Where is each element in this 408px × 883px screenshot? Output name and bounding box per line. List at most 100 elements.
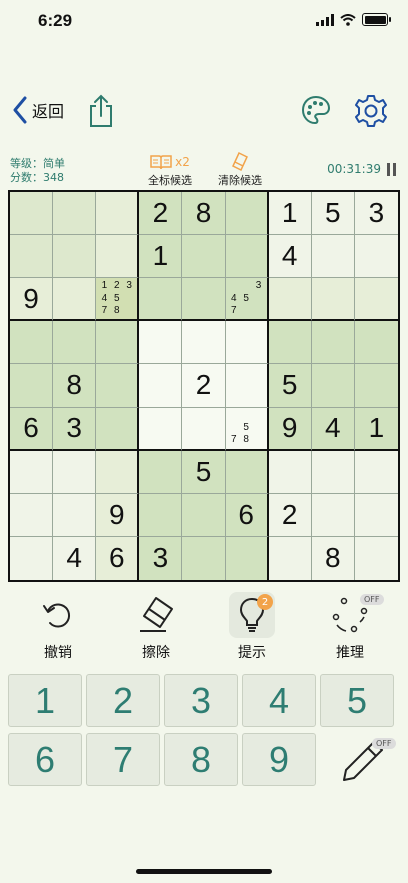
sudoku-cell[interactable]	[139, 321, 183, 365]
sudoku-cell[interactable]	[96, 450, 140, 494]
sudoku-cell[interactable]	[225, 235, 269, 279]
sudoku-cell[interactable]	[139, 364, 183, 408]
sudoku-cell[interactable]	[354, 278, 398, 322]
reason-button[interactable]: OFF 推理	[320, 592, 384, 662]
sudoku-cell[interactable]	[53, 278, 97, 322]
sudoku-cell[interactable]: 6	[96, 536, 140, 580]
number-key-5[interactable]: 5	[320, 674, 394, 727]
sudoku-cell[interactable]	[182, 235, 226, 279]
number-key-1[interactable]: 1	[8, 674, 82, 727]
sudoku-cell[interactable]	[10, 192, 54, 236]
sudoku-cell[interactable]: 6	[225, 493, 269, 537]
sudoku-cell[interactable]	[53, 192, 97, 236]
number-key-3[interactable]: 3	[164, 674, 238, 727]
back-button[interactable]: 返回	[12, 96, 64, 124]
hint-button[interactable]: 2 提示	[222, 592, 282, 662]
sudoku-cell[interactable]	[96, 364, 140, 408]
sudoku-cell[interactable]	[96, 235, 140, 279]
sudoku-cell[interactable]	[139, 493, 183, 537]
sudoku-cell[interactable]: 123 4578	[96, 278, 140, 322]
sudoku-cell[interactable]	[268, 536, 312, 580]
sudoku-cell[interactable]: 5	[311, 192, 355, 236]
erase-button[interactable]: 擦除	[126, 592, 186, 662]
share-button[interactable]	[86, 94, 116, 132]
sudoku-cell[interactable]	[53, 321, 97, 365]
undo-button[interactable]: 撤销	[28, 592, 88, 662]
clear-candidates-button[interactable]: 清除候选	[214, 152, 266, 188]
sudoku-cell[interactable]	[225, 450, 269, 494]
sudoku-cell[interactable]: 3 457	[225, 278, 269, 322]
sudoku-cell[interactable]	[53, 450, 97, 494]
sudoku-cell[interactable]	[10, 235, 54, 279]
sudoku-cell[interactable]: 5	[268, 364, 312, 408]
number-key-8[interactable]: 8	[164, 733, 238, 786]
sudoku-cell[interactable]	[311, 364, 355, 408]
sudoku-cell[interactable]	[311, 278, 355, 322]
sudoku-cell[interactable]	[10, 493, 54, 537]
number-key-7[interactable]: 7	[86, 733, 160, 786]
sudoku-cell[interactable]	[53, 235, 97, 279]
sudoku-cell[interactable]	[96, 321, 140, 365]
sudoku-cell[interactable]: 1	[268, 192, 312, 236]
sudoku-cell[interactable]	[268, 278, 312, 322]
sudoku-cell[interactable]: 578	[225, 407, 269, 451]
sudoku-cell[interactable]	[354, 450, 398, 494]
mark-candidates-button[interactable]: x2 全标候选	[142, 152, 198, 188]
palette-button[interactable]	[300, 94, 332, 130]
sudoku-cell[interactable]	[182, 407, 226, 451]
sudoku-cell[interactable]: 8	[311, 536, 355, 580]
sudoku-cell[interactable]: 2	[268, 493, 312, 537]
sudoku-cell[interactable]: 8	[53, 364, 97, 408]
sudoku-cell[interactable]	[311, 450, 355, 494]
sudoku-cell[interactable]	[10, 364, 54, 408]
sudoku-cell[interactable]: 4	[311, 407, 355, 451]
sudoku-cell[interactable]	[354, 235, 398, 279]
sudoku-cell[interactable]	[139, 450, 183, 494]
sudoku-cell[interactable]: 1	[139, 235, 183, 279]
sudoku-cell[interactable]	[354, 536, 398, 580]
sudoku-cell[interactable]: 2	[139, 192, 183, 236]
number-key-6[interactable]: 6	[8, 733, 82, 786]
sudoku-cell[interactable]	[311, 321, 355, 365]
sudoku-cell[interactable]: 2	[182, 364, 226, 408]
sudoku-cell[interactable]	[182, 536, 226, 580]
number-key-9[interactable]: 9	[242, 733, 316, 786]
sudoku-cell[interactable]	[182, 321, 226, 365]
sudoku-cell[interactable]	[225, 536, 269, 580]
sudoku-cell[interactable]	[311, 235, 355, 279]
sudoku-cell[interactable]	[96, 192, 140, 236]
sudoku-cell[interactable]: 4	[53, 536, 97, 580]
sudoku-cell[interactable]: 9	[96, 493, 140, 537]
sudoku-cell[interactable]	[96, 407, 140, 451]
sudoku-cell[interactable]: 8	[182, 192, 226, 236]
sudoku-cell[interactable]	[10, 321, 54, 365]
number-key-4[interactable]: 4	[242, 674, 316, 727]
sudoku-cell[interactable]: 5	[182, 450, 226, 494]
sudoku-cell[interactable]	[354, 364, 398, 408]
sudoku-cell[interactable]	[182, 278, 226, 322]
sudoku-cell[interactable]	[10, 450, 54, 494]
sudoku-cell[interactable]: 3	[354, 192, 398, 236]
sudoku-cell[interactable]: 9	[268, 407, 312, 451]
sudoku-cell[interactable]	[225, 321, 269, 365]
sudoku-cell[interactable]	[268, 450, 312, 494]
sudoku-cell[interactable]	[53, 493, 97, 537]
sudoku-cell[interactable]: 6	[10, 407, 54, 451]
pause-icon[interactable]	[387, 162, 396, 176]
sudoku-cell[interactable]: 3	[139, 536, 183, 580]
sudoku-cell[interactable]	[225, 364, 269, 408]
sudoku-cell[interactable]: 9	[10, 278, 54, 322]
pencil-button[interactable]: OFF	[338, 734, 398, 787]
sudoku-cell[interactable]: 4	[268, 235, 312, 279]
sudoku-cell[interactable]	[354, 493, 398, 537]
sudoku-cell[interactable]	[311, 493, 355, 537]
sudoku-cell[interactable]: 1	[354, 407, 398, 451]
settings-button[interactable]	[354, 94, 388, 132]
sudoku-cell[interactable]	[10, 536, 54, 580]
sudoku-cell[interactable]	[225, 192, 269, 236]
sudoku-cell[interactable]	[268, 321, 312, 365]
sudoku-cell[interactable]: 3	[53, 407, 97, 451]
sudoku-cell[interactable]	[139, 407, 183, 451]
number-key-2[interactable]: 2	[86, 674, 160, 727]
sudoku-cell[interactable]	[354, 321, 398, 365]
